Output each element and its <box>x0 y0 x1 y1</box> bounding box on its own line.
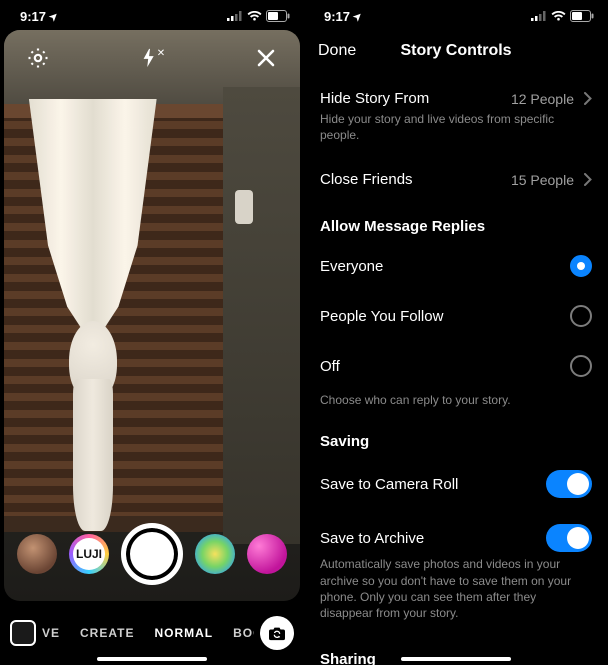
battery-icon <box>266 10 290 22</box>
status-bar: 9:17 ➤ <box>304 0 608 28</box>
mode-live[interactable]: VE <box>42 626 60 640</box>
section-hint: Choose who can reply to your story. <box>304 391 608 417</box>
row-value: 12 People <box>511 91 574 107</box>
shutter-button[interactable] <box>121 523 183 585</box>
camera-viewport[interactable]: ✕ LUJI <box>4 30 300 601</box>
status-right <box>227 10 290 22</box>
switch-camera-button[interactable] <box>260 616 294 650</box>
row-save-camera-roll[interactable]: Save to Camera Roll <box>304 456 608 512</box>
done-button[interactable]: Done <box>318 42 356 60</box>
row-hide-story-from[interactable]: Hide Story From 12 People Hide your stor… <box>304 78 608 157</box>
section-allow-replies: Allow Message Replies <box>304 202 608 241</box>
lens-glitter-filter[interactable] <box>247 534 287 574</box>
row-reply-followed[interactable]: People You Follow <box>304 291 608 341</box>
location-arrow-icon: ➤ <box>351 10 365 24</box>
camera-preview-image <box>4 30 300 601</box>
lens-face-filter[interactable] <box>17 534 57 574</box>
row-label: Close Friends <box>320 171 413 188</box>
status-time: 9:17 ➤ <box>20 9 58 24</box>
cell-signal-icon <box>227 11 243 21</box>
chevron-right-icon <box>584 173 592 186</box>
section-saving: Saving <box>304 417 608 456</box>
status-bar: 9:17 ➤ <box>0 0 304 28</box>
row-label: Save to Camera Roll <box>320 476 458 493</box>
lens-carousel[interactable]: LUJI <box>4 523 300 585</box>
cell-signal-icon <box>531 11 547 21</box>
story-controls-screen: 9:17 ➤ Done Story Controls Hide Story Fr… <box>304 0 608 665</box>
switch-on-icon[interactable] <box>546 524 592 552</box>
row-subtext: Automatically save photos and videos in … <box>320 556 592 621</box>
row-reply-off[interactable]: Off <box>304 341 608 391</box>
mode-create[interactable]: CREATE <box>80 626 134 640</box>
header: Done Story Controls <box>304 30 608 72</box>
radio-unselected-icon[interactable] <box>570 305 592 327</box>
home-indicator[interactable] <box>401 657 511 661</box>
status-time: 9:17 ➤ <box>324 9 362 24</box>
switch-on-icon[interactable] <box>546 470 592 498</box>
row-label: Everyone <box>320 258 383 275</box>
wifi-icon <box>551 11 566 22</box>
row-value: 15 People <box>511 172 574 188</box>
mode-normal[interactable]: NORMAL <box>154 626 213 640</box>
chevron-right-icon <box>584 92 592 105</box>
mode-boomerang[interactable]: BOOMERANG <box>233 626 254 640</box>
row-label: People You Follow <box>320 308 443 325</box>
row-save-archive[interactable]: Save to Archive Automatically save photo… <box>304 512 608 635</box>
status-right <box>531 10 594 22</box>
radio-selected-icon[interactable] <box>570 255 592 277</box>
home-indicator[interactable] <box>97 657 207 661</box>
row-label: Save to Archive <box>320 530 424 547</box>
flash-icon[interactable]: ✕ <box>134 40 170 76</box>
wifi-icon <box>247 11 262 22</box>
lens-luji-filter[interactable]: LUJI <box>69 534 109 574</box>
lens-rainbow-filter[interactable] <box>195 534 235 574</box>
battery-icon <box>570 10 594 22</box>
row-close-friends[interactable]: Close Friends 15 People <box>304 157 608 202</box>
row-label: Hide Story From <box>320 90 429 107</box>
settings-gear-icon[interactable] <box>20 40 56 76</box>
gallery-button[interactable] <box>10 620 36 646</box>
row-label: Off <box>320 358 340 375</box>
row-subtext: Hide your story and live videos from spe… <box>320 111 592 143</box>
camera-screen: 9:17 ➤ <box>0 0 304 665</box>
settings-list[interactable]: Hide Story From 12 People Hide your stor… <box>304 72 608 665</box>
radio-unselected-icon[interactable] <box>570 355 592 377</box>
close-icon[interactable] <box>248 40 284 76</box>
row-reply-everyone[interactable]: Everyone <box>304 241 608 291</box>
camera-bottom-bar: VE CREATE NORMAL BOOMERANG <box>0 601 304 665</box>
mode-selector[interactable]: VE CREATE NORMAL BOOMERANG <box>42 626 254 640</box>
location-arrow-icon: ➤ <box>47 10 61 24</box>
